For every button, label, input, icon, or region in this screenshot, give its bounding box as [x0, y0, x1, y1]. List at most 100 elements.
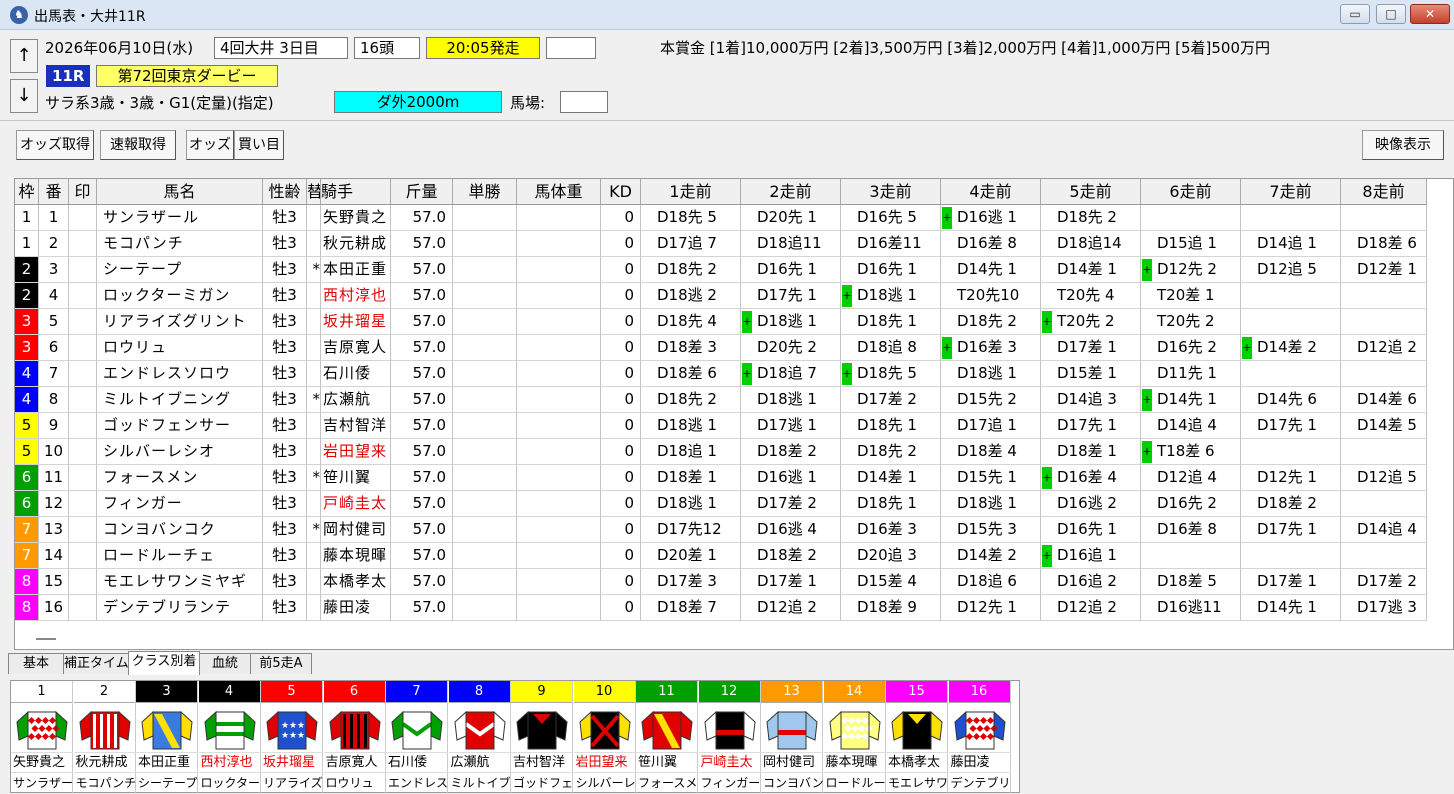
past-race-cell[interactable]: D12先 1 — [1241, 465, 1341, 491]
past-race-cell[interactable]: D20先 1 — [741, 205, 841, 231]
past-race-cell[interactable]: D16逃 1 — [741, 465, 841, 491]
carried-weight[interactable]: 57.0 — [391, 569, 453, 595]
column-header[interactable]: 馬体重 — [517, 179, 601, 205]
win-odds[interactable] — [453, 335, 517, 361]
past-race-cell[interactable]: D12追 5 — [1241, 257, 1341, 283]
jockey-change[interactable] — [307, 439, 321, 465]
past-race-cell[interactable]: D17追 7 — [641, 231, 741, 257]
video-button[interactable]: 映像表示 — [1362, 130, 1444, 160]
mark-cell[interactable] — [69, 543, 97, 569]
frame-number[interactable]: 7 — [15, 543, 39, 569]
past-race-cell[interactable]: D12追 5 — [1341, 465, 1427, 491]
horse-number[interactable]: 13 — [39, 517, 69, 543]
jockey-change[interactable] — [307, 413, 321, 439]
jockey-name[interactable]: 藤田凌 — [321, 595, 391, 621]
tab-1[interactable]: 補正タイム — [63, 653, 129, 674]
past-race-cell[interactable]: D17差 3 — [641, 569, 741, 595]
horse-number[interactable]: 14 — [39, 543, 69, 569]
sex-age[interactable]: 牡3 — [263, 413, 307, 439]
past-race-cell[interactable] — [1241, 309, 1341, 335]
jockey-change[interactable] — [307, 569, 321, 595]
past-race-cell[interactable]: D18差 5 — [1141, 569, 1241, 595]
past-race-cell[interactable]: D18先 2 — [1041, 205, 1141, 231]
win-odds[interactable] — [453, 283, 517, 309]
mark-cell[interactable] — [69, 491, 97, 517]
jockey-name[interactable]: 吉原寛人 — [321, 335, 391, 361]
horse-number[interactable]: 9 — [39, 413, 69, 439]
jockey-change[interactable] — [307, 543, 321, 569]
past-race-cell[interactable]: D14差 2 — [941, 543, 1041, 569]
past-race-cell[interactable]: D12先 1 — [941, 595, 1041, 621]
past-race-cell[interactable]: D15差 1 — [1041, 361, 1141, 387]
win-odds[interactable] — [453, 491, 517, 517]
past-race-cell[interactable]: D18先 2 — [841, 439, 941, 465]
past-race-cell[interactable]: D17逃 3 — [1341, 595, 1427, 621]
past-race-cell[interactable] — [1141, 543, 1241, 569]
past-race-cell[interactable]: D18先 2 — [941, 309, 1041, 335]
past-race-cell[interactable]: D16差11 — [841, 231, 941, 257]
kd-value[interactable]: 0 — [601, 335, 641, 361]
past-race-cell[interactable]: D17差 1 — [1241, 569, 1341, 595]
past-race-cell[interactable]: D18追14 — [1041, 231, 1141, 257]
past-race-cell[interactable]: D15先 2 — [941, 387, 1041, 413]
mark-cell[interactable] — [69, 335, 97, 361]
past-race-cell[interactable]: D18差 3 — [641, 335, 741, 361]
past-race-cell[interactable]: D17先 1 — [1041, 413, 1141, 439]
column-header[interactable]: 6走前 — [1141, 179, 1241, 205]
past-race-cell[interactable]: D16先 2 — [1141, 491, 1241, 517]
jockey-name[interactable]: 笹川翼 — [321, 465, 391, 491]
silk-column[interactable]: 12 戸崎圭太 フィンガー — [698, 681, 761, 794]
sex-age[interactable]: 牡3 — [263, 257, 307, 283]
tab-0[interactable]: 基本 — [8, 653, 64, 674]
past-race-cell[interactable] — [1341, 491, 1427, 517]
kd-value[interactable]: 0 — [601, 309, 641, 335]
mark-cell[interactable] — [69, 231, 97, 257]
carried-weight[interactable]: 57.0 — [391, 283, 453, 309]
past-race-cell[interactable] — [1241, 361, 1341, 387]
past-race-cell[interactable]: D18差 2 — [741, 543, 841, 569]
frame-number[interactable]: 8 — [15, 595, 39, 621]
buy-ticket-button[interactable]: 買い目 — [234, 130, 284, 160]
past-race-cell[interactable]: D18逃 1 — [741, 387, 841, 413]
win-odds[interactable] — [453, 439, 517, 465]
kd-value[interactable]: 0 — [601, 517, 641, 543]
past-race-cell[interactable]: D14追 4 — [1341, 517, 1427, 543]
kd-value[interactable]: 0 — [601, 491, 641, 517]
past-race-cell[interactable]: D18逃 1 — [941, 491, 1041, 517]
frame-number[interactable]: 2 — [15, 283, 39, 309]
column-header[interactable]: 2走前 — [741, 179, 841, 205]
jockey-change[interactable] — [307, 491, 321, 517]
past-race-cell[interactable]: D18先 1 — [841, 491, 941, 517]
win-odds[interactable] — [453, 413, 517, 439]
close-button[interactable]: ✕ — [1410, 4, 1450, 24]
past-race-cell[interactable]: D18差 2 — [741, 439, 841, 465]
past-race-cell[interactable] — [1241, 543, 1341, 569]
kd-value[interactable]: 0 — [601, 231, 641, 257]
past-race-cell[interactable]: T20先10 — [941, 283, 1041, 309]
past-race-cell[interactable]: D17差 2 — [1341, 569, 1427, 595]
sex-age[interactable]: 牡3 — [263, 595, 307, 621]
sex-age[interactable]: 牡3 — [263, 543, 307, 569]
past-race-cell[interactable]: D18先 2 — [641, 387, 741, 413]
past-race-cell[interactable]: D16差 3 — [841, 517, 941, 543]
body-weight[interactable] — [517, 517, 601, 543]
frame-number[interactable]: 2 — [15, 257, 39, 283]
frame-number[interactable]: 3 — [15, 335, 39, 361]
mark-cell[interactable] — [69, 569, 97, 595]
jockey-name[interactable]: 西村淳也 — [321, 283, 391, 309]
frame-number[interactable]: 6 — [15, 465, 39, 491]
past-race-cell[interactable]: D18差 6 — [1341, 231, 1427, 257]
mark-cell[interactable] — [69, 361, 97, 387]
past-race-cell[interactable]: D18逃 1 — [941, 361, 1041, 387]
body-weight[interactable] — [517, 309, 601, 335]
column-header[interactable]: 4走前 — [941, 179, 1041, 205]
frame-number[interactable]: 6 — [15, 491, 39, 517]
past-race-cell[interactable]: T20差 1 — [1141, 283, 1241, 309]
quick-result-button[interactable]: 速報取得 — [100, 130, 176, 160]
carried-weight[interactable]: 57.0 — [391, 491, 453, 517]
jockey-change[interactable] — [307, 361, 321, 387]
past-race-cell[interactable]: D17先 1 — [1241, 413, 1341, 439]
body-weight[interactable] — [517, 283, 601, 309]
carried-weight[interactable]: 57.0 — [391, 309, 453, 335]
past-race-cell[interactable]: D18逃 1 — [741, 309, 841, 335]
